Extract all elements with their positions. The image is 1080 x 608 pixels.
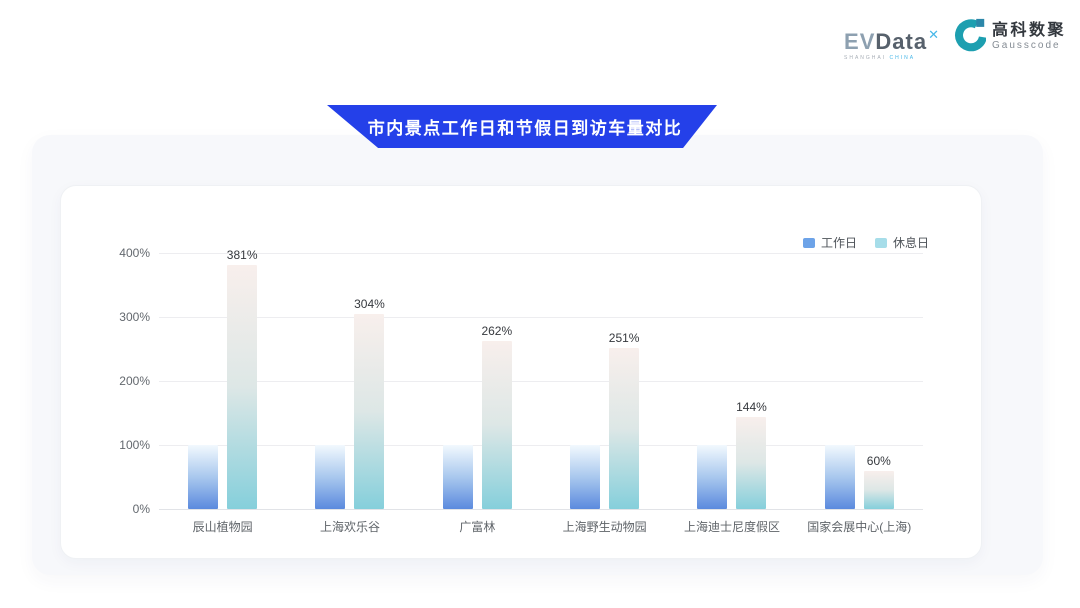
value-label: 60% bbox=[867, 454, 891, 468]
legend-label-restday: 休息日 bbox=[893, 234, 929, 251]
bar-columns: 381%辰山植物园304%上海欢乐谷262%广富林251%上海野生动物园144%… bbox=[159, 253, 923, 509]
bar-restday: 304% bbox=[354, 314, 384, 509]
value-label: 304% bbox=[354, 297, 385, 311]
y-axis-tick: 0% bbox=[133, 502, 150, 516]
category-label: 辰山植物园 bbox=[159, 518, 286, 535]
evdata-sub-china: CHINA bbox=[890, 55, 916, 61]
gausscode-en-name: Gausscode bbox=[992, 40, 1066, 51]
bar-workday bbox=[570, 445, 600, 509]
chart-legend: 工作日 休息日 bbox=[803, 234, 929, 251]
gridline bbox=[159, 509, 923, 510]
bar-workday bbox=[315, 445, 345, 509]
bar-restday: 60% bbox=[864, 471, 894, 509]
category-label: 广富林 bbox=[414, 518, 541, 535]
bar-workday bbox=[825, 445, 855, 509]
bar-workday bbox=[697, 445, 727, 509]
bar-workday bbox=[443, 445, 473, 509]
y-axis-tick: 100% bbox=[119, 438, 150, 452]
chart-column: 304%上海欢乐谷 bbox=[286, 253, 413, 509]
evdata-ev-text: EV bbox=[844, 29, 875, 54]
chart-column: 251%上海野生动物园 bbox=[541, 253, 668, 509]
bar-restday: 381% bbox=[227, 265, 257, 509]
bar-workday bbox=[188, 445, 218, 509]
legend-item-restday[interactable]: 休息日 bbox=[875, 234, 929, 251]
evdata-logo: EVData✕ SHANGHAI CHINA bbox=[844, 24, 940, 61]
value-label: 251% bbox=[609, 331, 640, 345]
legend-item-workday[interactable]: 工作日 bbox=[803, 234, 857, 251]
gausscode-cn-name: 高科数聚 bbox=[992, 22, 1066, 39]
category-label: 上海野生动物园 bbox=[541, 518, 668, 535]
page-title: 市内景点工作日和节假日到访车量对比 bbox=[362, 114, 683, 139]
gausscode-logo: 高科数聚 Gausscode bbox=[954, 16, 1066, 57]
legend-swatch-workday bbox=[803, 238, 815, 248]
legend-label-workday: 工作日 bbox=[821, 234, 857, 251]
value-label: 262% bbox=[481, 324, 512, 338]
bar-restday: 144% bbox=[736, 417, 766, 509]
header-logos: EVData✕ SHANGHAI CHINA 高科数聚 Gausscode bbox=[844, 16, 1066, 61]
title-banner: 市内景点工作日和节假日到访车量对比 bbox=[327, 105, 717, 148]
evdata-data-text: Data bbox=[875, 29, 927, 54]
y-axis-tick: 400% bbox=[119, 246, 150, 260]
value-label: 144% bbox=[736, 400, 767, 414]
bar-restday: 262% bbox=[482, 341, 512, 509]
evdata-wordmark: EVData✕ bbox=[844, 24, 940, 53]
y-axis-tick: 200% bbox=[119, 374, 150, 388]
gausscode-g-icon bbox=[954, 16, 986, 57]
legend-swatch-restday bbox=[875, 238, 887, 248]
chart-column: 262%广富林 bbox=[414, 253, 541, 509]
evdata-subtitle: SHANGHAI CHINA bbox=[844, 55, 940, 61]
evdata-sub-shanghai: SHANGHAI bbox=[844, 55, 886, 61]
y-axis-tick: 300% bbox=[119, 310, 150, 324]
chart-card: 工作日 休息日 0%100%200%300%400%381%辰山植物园304%上… bbox=[60, 185, 982, 559]
chart-column: 60%国家会展中心(上海) bbox=[796, 253, 923, 509]
gausscode-text: 高科数聚 Gausscode bbox=[992, 22, 1066, 51]
category-label: 上海欢乐谷 bbox=[286, 518, 413, 535]
value-label: 381% bbox=[227, 248, 258, 262]
evdata-x-icon: ✕ bbox=[928, 27, 940, 42]
bar-restday: 251% bbox=[609, 348, 639, 509]
chart-column: 144%上海迪士尼度假区 bbox=[668, 253, 795, 509]
category-label: 国家会展中心(上海) bbox=[796, 518, 923, 535]
chart-column: 381%辰山植物园 bbox=[159, 253, 286, 509]
plot-area: 0%100%200%300%400%381%辰山植物园304%上海欢乐谷262%… bbox=[159, 253, 923, 509]
category-label: 上海迪士尼度假区 bbox=[668, 518, 795, 535]
